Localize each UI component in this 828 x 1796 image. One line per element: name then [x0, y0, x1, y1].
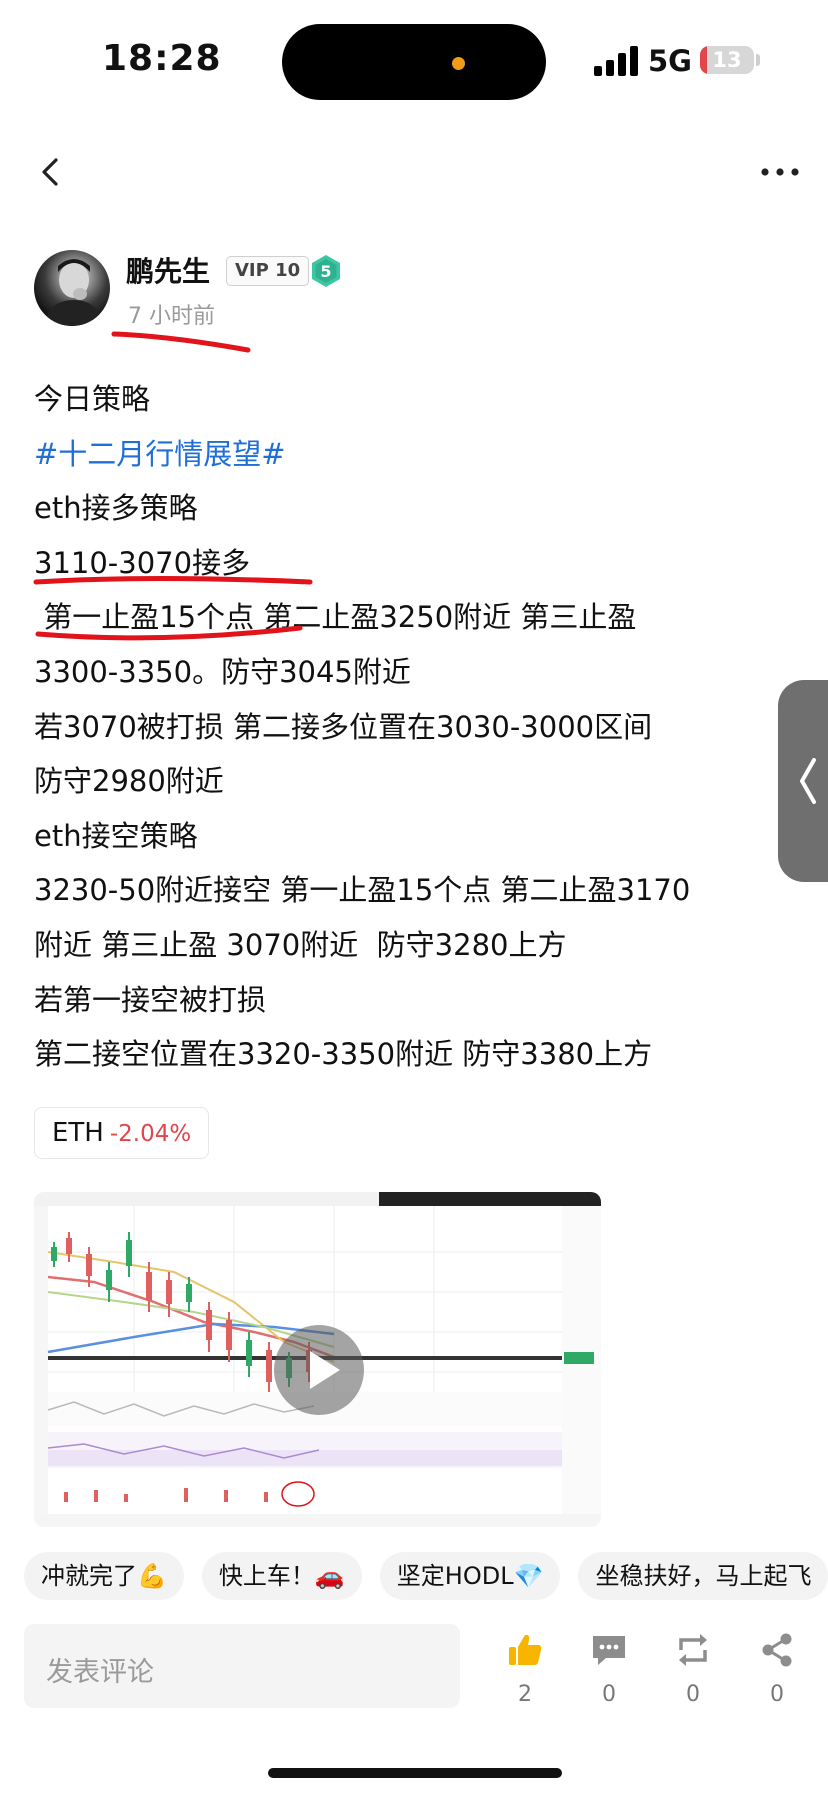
ticker-change: -2.04% — [109, 1121, 192, 1147]
ticker-tag[interactable]: ETH -2.04% — [34, 1107, 210, 1159]
quick-reply-chip[interactable]: 坐稳扶好，马上起飞 — [578, 1552, 828, 1600]
avatar[interactable] — [34, 250, 110, 326]
home-indicator[interactable] — [268, 1768, 562, 1778]
comment-count: 0 — [602, 1682, 616, 1707]
level-number: 5 — [320, 262, 331, 281]
post-line: 第一止盈15个点 第二止盈3250附近 第三止盈 — [34, 600, 637, 635]
post-content: 今日策略 #十二月行情展望# eth接多策略 3110-3070接多 第一止盈1… — [34, 372, 804, 1082]
ticker-symbol: ETH — [52, 1118, 104, 1148]
battery-tip — [756, 54, 760, 66]
comment-icon — [593, 1636, 625, 1665]
post-line: 若3070被打损 第二接多位置在3030-3000区间 — [34, 709, 653, 744]
quick-reply-chip[interactable]: 快上车！🚗 — [201, 1552, 362, 1600]
share-count: 0 — [770, 1682, 784, 1707]
status-time: 18:28 — [102, 38, 222, 79]
battery-level: 13 — [712, 48, 742, 72]
play-button[interactable] — [274, 1325, 364, 1415]
post-line: 若第一接空被打损 — [34, 982, 267, 1017]
author-name[interactable]: 鹏先生 — [126, 250, 210, 290]
post-line: 今日策略 — [34, 382, 151, 416]
post-line: 3300-3350。防守3045附近 — [34, 654, 411, 689]
dynamic-island — [282, 24, 546, 100]
post-line: 3230-50附近接空 第一止盈15个点 第二止盈3170 — [34, 873, 691, 908]
signal-icon — [594, 46, 638, 76]
battery-icon: 13 — [700, 46, 754, 74]
vip-badge: VIP 10 — [226, 256, 310, 286]
chevron-left-icon — [800, 758, 816, 804]
more-button[interactable] — [756, 150, 804, 194]
side-drawer-tab[interactable] — [778, 680, 828, 882]
privacy-indicator-dot — [452, 57, 465, 70]
comment-placeholder: 发表评论 — [46, 1657, 154, 1688]
post-line: 防守2980附近 — [34, 764, 224, 799]
repost-button[interactable]: 0 — [663, 1630, 723, 1707]
post-line: 第二接空位置在3320-3350附近 防守3380上方 — [34, 1037, 653, 1072]
post-time: 7 小时前 — [128, 304, 215, 329]
post-line: 附近 第三止盈 3070附近 防守3280上方 — [34, 927, 567, 962]
comment-button[interactable]: 0 — [579, 1630, 639, 1707]
hashtag-link[interactable]: #十二月行情展望# — [34, 427, 804, 482]
share-button[interactable]: 0 — [747, 1630, 807, 1707]
thumbs-up-icon — [509, 1634, 542, 1665]
play-icon — [310, 1351, 340, 1389]
quick-reply-bar: 冲就完了💪 快上车！🚗 坚定HODL💎 坐稳扶好，马上起飞 — [24, 1552, 828, 1600]
like-button[interactable]: 2 — [495, 1630, 555, 1707]
repost-icon — [679, 1634, 707, 1666]
hexagon-level-icon: 5 — [312, 255, 340, 287]
post-line: eth接多策略 — [34, 491, 198, 526]
chevron-left-icon — [42, 158, 58, 186]
back-button[interactable] — [30, 150, 74, 194]
share-icon — [762, 1633, 792, 1667]
repost-count: 0 — [686, 1682, 700, 1707]
quick-reply-chip[interactable]: 坚定HODL💎 — [379, 1552, 561, 1600]
level-badge: 5 — [310, 254, 342, 288]
post-line: eth接空策略 — [34, 818, 198, 853]
post-line: 3110-3070接多 — [34, 545, 251, 580]
quick-reply-chip[interactable]: 冲就完了💪 — [24, 1552, 184, 1600]
more-horizontal-icon — [761, 168, 799, 176]
like-count: 2 — [518, 1682, 532, 1707]
network-type: 5G — [648, 44, 692, 78]
avatar-portrait — [44, 259, 104, 326]
